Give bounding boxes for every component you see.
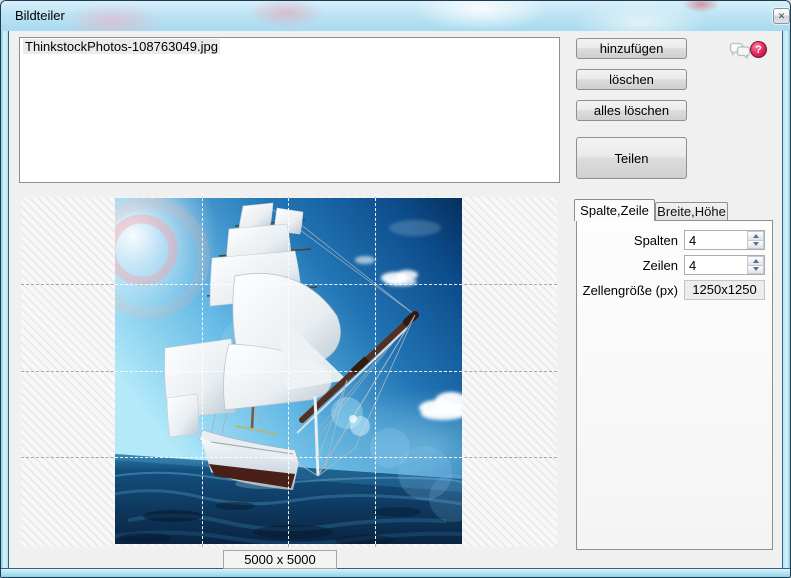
add-button[interactable]: hinzufügen: [576, 38, 687, 59]
rows-spin-up[interactable]: [747, 256, 764, 266]
rows-label: Zeilen: [642, 257, 678, 273]
delete-all-button[interactable]: alles löschen: [576, 100, 687, 121]
cell-size-row: Zellengröße (px) 1250x1250: [581, 280, 765, 300]
tab-breite-hoehe[interactable]: Breite,Höhe: [655, 202, 728, 220]
rows-row: Zeilen: [581, 255, 765, 275]
settings-panel: Spalten Zeilen: [576, 220, 773, 550]
rows-spinner[interactable]: [684, 255, 765, 275]
help-glyph: ?: [755, 43, 762, 56]
image-size-label: 5000 x 5000: [223, 550, 337, 569]
columns-spin-up[interactable]: [747, 231, 764, 241]
split-grid-line: [375, 198, 376, 544]
close-icon: ✕: [777, 10, 786, 21]
window-border-left: [1, 31, 9, 577]
window-border-right: [782, 31, 790, 577]
spinner-down-icon: [752, 242, 759, 247]
client-area: ThinkstockPhotos-108763049.jpg hinzufüge…: [9, 31, 782, 569]
columns-label: Spalten: [633, 232, 678, 248]
help-icon[interactable]: ?: [750, 41, 767, 58]
file-list-item[interactable]: ThinkstockPhotos-108763049.jpg: [20, 38, 559, 56]
preview-area: [21, 197, 557, 547]
cell-size-value: 1250x1250: [684, 280, 765, 300]
spinner-up-icon: [752, 233, 759, 238]
rows-spin-down[interactable]: [747, 265, 764, 274]
speech-bubbles-icon[interactable]: [729, 42, 751, 59]
split-grid-line: [288, 198, 289, 544]
file-name: ThinkstockPhotos-108763049.jpg: [23, 39, 220, 54]
preview-image: [115, 198, 462, 544]
columns-row: Spalten: [581, 230, 765, 250]
split-grid-line: [202, 198, 203, 544]
spinner-up-icon: [752, 258, 759, 263]
close-button[interactable]: ✕: [773, 8, 790, 24]
split-button[interactable]: Teilen: [576, 137, 687, 179]
bildteiler-window: Bildteiler ✕ ThinkstockPhotos-108763049.…: [0, 0, 791, 578]
tab-spalte-zeile[interactable]: Spalte,Zeile: [574, 199, 655, 221]
cell-size-label: Zellengröße (px): [582, 282, 678, 298]
columns-spin-down[interactable]: [747, 240, 764, 249]
titlebar[interactable]: Bildteiler ✕: [1, 1, 790, 32]
window-title: Bildteiler: [15, 8, 65, 23]
window-border-bottom: [1, 568, 790, 577]
delete-button[interactable]: löschen: [576, 69, 687, 90]
spinner-down-icon: [752, 267, 759, 272]
columns-spinner[interactable]: [684, 230, 765, 250]
file-list[interactable]: ThinkstockPhotos-108763049.jpg: [19, 37, 560, 183]
